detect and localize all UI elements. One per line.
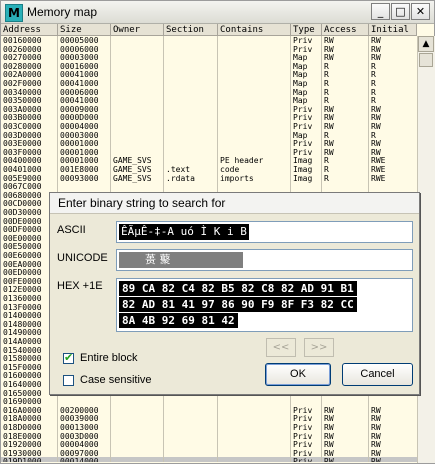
ascii-label: ASCII xyxy=(57,224,86,236)
column-header-3[interactable]: Section xyxy=(164,24,218,36)
dialog-title-bar[interactable]: Enter binary string to search for xyxy=(50,193,419,214)
table-cell: 019D1000 xyxy=(3,457,42,462)
minimize-button[interactable]: _ xyxy=(371,3,390,20)
unicode-input[interactable]: 蒉 藂 xyxy=(116,249,413,271)
column-header-7[interactable]: Initial xyxy=(369,24,417,36)
unicode-label: UNICODE xyxy=(57,252,108,264)
scroll-thumb[interactable] xyxy=(419,53,433,67)
ok-button[interactable]: OK xyxy=(265,363,331,386)
case-sensitive-checkbox[interactable] xyxy=(63,375,74,386)
title-bar[interactable]: M Memory map _ □ ✕ xyxy=(1,1,434,24)
table-cell: RW xyxy=(324,457,334,462)
scroll-up-icon[interactable]: ▲ xyxy=(418,36,434,52)
column-header-2[interactable]: Owner xyxy=(111,24,164,36)
table-cell: Priv xyxy=(293,457,313,462)
hex-line-2: 82 AD 81 41 97 86 90 F9 8F F3 82 CC xyxy=(119,297,357,312)
entire-block-label[interactable]: Entire block xyxy=(80,352,137,364)
column-header-4[interactable]: Contains xyxy=(218,24,291,36)
column-header-1[interactable]: Size xyxy=(58,24,111,36)
close-button[interactable]: ✕ xyxy=(411,3,430,20)
hex-label: HEX +1E xyxy=(57,280,103,292)
maximize-button[interactable]: □ xyxy=(391,3,410,20)
table-cell: 00014000 xyxy=(60,457,99,462)
unicode-value: 蒉 藂 xyxy=(119,252,243,268)
next-match-button[interactable]: >> xyxy=(304,338,334,357)
hex-input[interactable]: 89 CA 82 C4 82 B5 82 C8 82 AD 91 B1 82 A… xyxy=(116,278,413,332)
cancel-button[interactable]: Cancel xyxy=(342,363,413,386)
memory-map-app-icon: M xyxy=(5,4,23,22)
search-binary-dialog: Enter binary string to search for ASCII … xyxy=(49,192,420,395)
column-header-6[interactable]: Access xyxy=(322,24,369,36)
window-title: Memory map xyxy=(27,5,98,19)
hex-line-1: 89 CA 82 C4 82 B5 82 C8 82 AD 91 B1 xyxy=(119,281,357,296)
table-cell: RW xyxy=(371,457,381,462)
column-header: Address Size Owner Section Contains Type Acces… xyxy=(1,24,434,36)
column-header-0[interactable]: Address xyxy=(1,24,58,36)
case-sensitive-label[interactable]: Case sensitive xyxy=(80,374,152,386)
ascii-value: ÊÃµÊ-‡-A uó Ì K i B xyxy=(119,224,249,240)
hex-line-3: 8A 4B 92 69 81 42 xyxy=(119,313,238,328)
checkmark-icon: ✔ xyxy=(64,351,74,364)
column-header-5[interactable]: Type xyxy=(291,24,322,36)
table-row[interactable]: 019D1000 00014000 Priv RW RW xyxy=(1,457,417,462)
ascii-input[interactable]: ÊÃµÊ-‡-A uó Ì K i B xyxy=(116,221,413,243)
entire-block-checkbox[interactable]: ✔ xyxy=(63,351,74,364)
prev-match-button[interactable]: << xyxy=(266,338,296,357)
dialog-title: Enter binary string to search for xyxy=(58,196,226,210)
